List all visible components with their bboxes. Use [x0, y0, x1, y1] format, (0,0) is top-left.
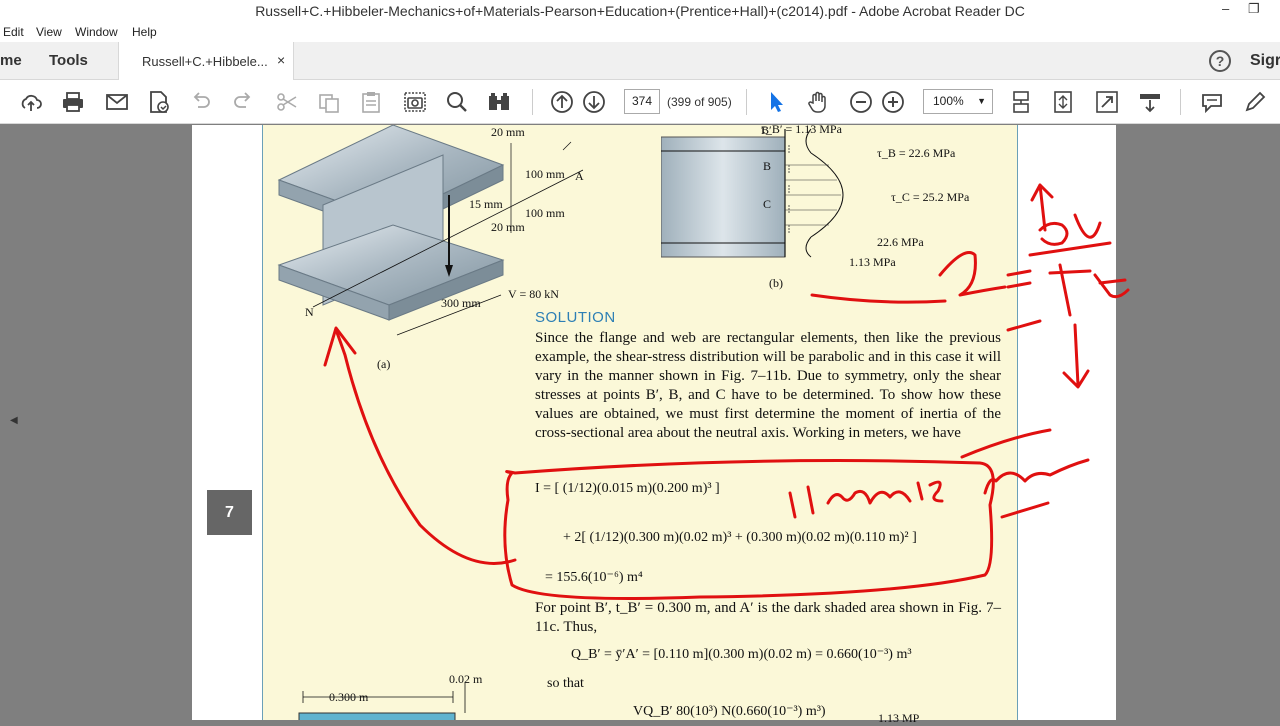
- tab-home[interactable]: me: [0, 52, 22, 69]
- tab-close-icon[interactable]: ×: [277, 52, 285, 68]
- copy-icon[interactable]: [316, 89, 342, 115]
- upload-cloud-icon[interactable]: [18, 89, 44, 115]
- scissors-icon[interactable]: [274, 89, 300, 115]
- chevron-down-icon: ▼: [977, 96, 986, 106]
- title-bar: Russell+C.+Hibbeler-Mechanics+of+Materia…: [0, 0, 1280, 22]
- toolbar-separator: [532, 89, 533, 115]
- pen-icon[interactable]: [1242, 89, 1268, 115]
- menu-window[interactable]: Window: [75, 25, 118, 39]
- toolbar-separator: [746, 89, 747, 115]
- snapshot-icon[interactable]: [402, 89, 428, 115]
- scrolling-mode-icon[interactable]: [1008, 89, 1034, 115]
- zoom-out-icon[interactable]: [848, 89, 874, 115]
- comment-icon[interactable]: [1199, 89, 1225, 115]
- hand-tool-icon[interactable]: [806, 89, 832, 115]
- document-viewer[interactable]: ◀ 7 20 mm 100 mm A 15 mm 100 mm 20 mm V …: [0, 122, 1280, 725]
- tab-tools[interactable]: Tools: [49, 52, 88, 69]
- undo-icon[interactable]: [188, 89, 214, 115]
- page-number-input[interactable]: 374: [624, 89, 660, 114]
- read-mode-icon[interactable]: [486, 89, 512, 115]
- protect-document-icon[interactable]: [146, 89, 172, 115]
- full-screen-icon[interactable]: [1094, 89, 1120, 115]
- print-icon[interactable]: [60, 89, 86, 115]
- paste-icon[interactable]: [358, 89, 384, 115]
- search-icon[interactable]: [444, 89, 470, 115]
- sign-in-link[interactable]: Sigr: [1250, 52, 1280, 70]
- redo-icon[interactable]: [230, 89, 256, 115]
- help-icon[interactable]: ?: [1209, 50, 1231, 72]
- window-title: Russell+C.+Hibbeler-Mechanics+of+Materia…: [255, 3, 1025, 19]
- menu-help[interactable]: Help: [132, 25, 157, 39]
- handwritten-annotations: [323, 183, 1130, 600]
- main-toolbar: 374 (399 of 905) 100% ▼: [0, 80, 1280, 124]
- tab-document-label: Russell+C.+Hibbele...: [142, 54, 268, 69]
- maximize-button[interactable]: ❐: [1248, 1, 1260, 17]
- tab-document[interactable]: Russell+C.+Hibbele... ×: [118, 42, 294, 80]
- zoom-select[interactable]: 100% ▼: [923, 89, 993, 114]
- email-icon[interactable]: [104, 89, 130, 115]
- page-count: (399 of 905): [667, 95, 732, 109]
- tab-bar: me Tools Russell+C.+Hibbele... × ? Sigr: [0, 42, 1280, 80]
- toolbar-separator: [1180, 89, 1181, 115]
- next-page-icon[interactable]: [581, 89, 607, 115]
- menu-bar: Edit View Window Help: [0, 22, 1280, 42]
- fit-page-icon[interactable]: [1050, 89, 1076, 115]
- menu-view[interactable]: View: [36, 25, 62, 39]
- minimize-button[interactable]: –: [1222, 1, 1229, 16]
- zoom-in-icon[interactable]: [880, 89, 906, 115]
- previous-page-icon[interactable]: [549, 89, 575, 115]
- menu-edit[interactable]: Edit: [3, 25, 24, 39]
- select-cursor-icon[interactable]: [763, 89, 789, 115]
- download-icon[interactable]: [1137, 89, 1163, 115]
- zoom-value: 100%: [933, 94, 964, 108]
